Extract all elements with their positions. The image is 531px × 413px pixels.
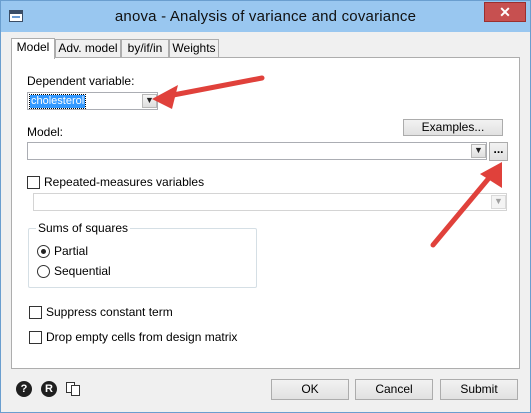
repeated-measures-label[interactable]: Repeated-measures variables	[44, 175, 204, 189]
close-button[interactable]: ✕	[484, 2, 526, 22]
drop-empty-cells-checkbox[interactable]	[29, 331, 42, 344]
sums-of-squares-title: Sums of squares	[36, 221, 131, 235]
drop-empty-cells-label[interactable]: Drop empty cells from design matrix	[46, 330, 237, 344]
chevron-down-icon[interactable]: ▼	[142, 94, 157, 108]
partial-label[interactable]: Partial	[54, 244, 88, 258]
sequential-label[interactable]: Sequential	[54, 264, 111, 278]
close-icon: ✕	[499, 4, 511, 20]
examples-button[interactable]: Examples...	[403, 119, 503, 136]
tab-by-if-in[interactable]: by/if/in	[121, 39, 169, 57]
chevron-down-icon[interactable]: ▼	[471, 144, 486, 158]
copy-command-icon[interactable]	[65, 381, 81, 397]
suppress-constant-label[interactable]: Suppress constant term	[46, 305, 173, 319]
help-icon[interactable]: ?	[16, 381, 32, 397]
repeated-measures-combo[interactable]: ▼	[33, 193, 507, 211]
model-combo[interactable]: ▼	[27, 142, 487, 160]
cancel-button[interactable]: Cancel	[355, 379, 433, 400]
partial-radio[interactable]	[37, 245, 50, 258]
ok-button[interactable]: OK	[271, 379, 349, 400]
submit-button[interactable]: Submit	[440, 379, 518, 400]
dependent-variable-label: Dependent variable:	[27, 74, 135, 88]
tab-adv-model[interactable]: Adv. model	[55, 39, 121, 57]
sequential-radio[interactable]	[37, 265, 50, 278]
copy-sheet-front	[71, 385, 80, 396]
reset-icon[interactable]: R	[41, 381, 57, 397]
tab-weights[interactable]: Weights	[169, 39, 219, 57]
tab-model[interactable]: Model	[11, 38, 55, 59]
browse-button[interactable]: ...	[489, 142, 508, 161]
title-bar[interactable]: anova - Analysis of variance and covaria…	[1, 1, 530, 32]
repeated-measures-checkbox[interactable]	[27, 176, 40, 189]
model-label: Model:	[27, 125, 64, 139]
suppress-constant-checkbox[interactable]	[29, 306, 42, 319]
sums-of-squares-group: Sums of squares Partial Sequential	[28, 221, 257, 288]
window-title: anova - Analysis of variance and covaria…	[114, 8, 417, 25]
model-tab-panel: Dependent variable: cholesterol ▼ Exampl…	[11, 57, 520, 369]
dependent-variable-value: cholesterol	[28, 94, 87, 109]
chevron-down-icon[interactable]: ▼	[491, 195, 506, 209]
dialog-window: anova - Analysis of variance and covaria…	[0, 0, 531, 413]
dependent-variable-combo[interactable]: cholesterol ▼	[27, 92, 158, 110]
